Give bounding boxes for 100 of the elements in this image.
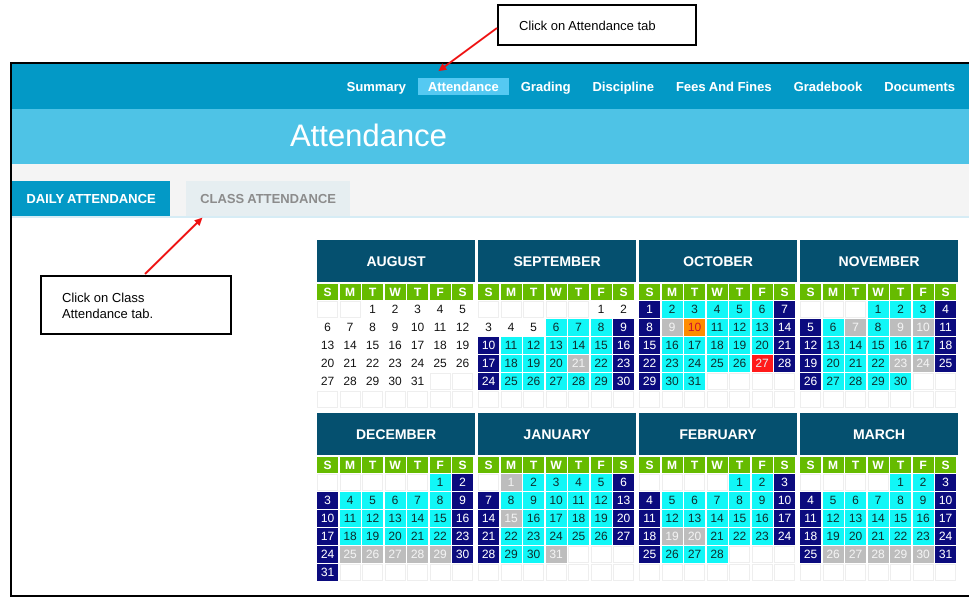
day-cell[interactable]: 10: [478, 337, 499, 354]
day-cell[interactable]: 19: [590, 510, 612, 527]
day-cell[interactable]: 20: [613, 510, 634, 527]
day-cell[interactable]: 4: [639, 492, 660, 509]
day-cell[interactable]: 6: [752, 301, 772, 318]
day-cell[interactable]: 25: [639, 546, 660, 563]
day-cell[interactable]: 5: [822, 492, 844, 509]
day-cell[interactable]: 24: [935, 528, 956, 545]
day-cell[interactable]: 14: [845, 337, 866, 354]
day-cell[interactable]: 16: [613, 337, 634, 354]
day-cell[interactable]: 22: [639, 355, 660, 372]
day-cell[interactable]: 15: [590, 337, 612, 354]
day-cell[interactable]: 9: [912, 492, 934, 509]
day-cell[interactable]: 15: [639, 337, 660, 354]
day-cell[interactable]: 4: [935, 301, 956, 318]
day-cell[interactable]: 15: [430, 510, 450, 527]
day-cell[interactable]: 28: [774, 355, 795, 372]
day-cell[interactable]: 21: [868, 528, 888, 545]
day-cell[interactable]: 24: [684, 355, 705, 372]
day-cell[interactable]: 10: [317, 510, 338, 527]
day-cell[interactable]: 30: [890, 373, 911, 390]
day-cell[interactable]: 3: [774, 474, 795, 491]
day-cell[interactable]: 6: [822, 319, 844, 336]
day-cell[interactable]: 17: [478, 355, 499, 372]
day-cell[interactable]: 23: [752, 528, 772, 545]
day-cell[interactable]: 6: [546, 319, 566, 336]
day-cell[interactable]: 7: [706, 492, 728, 509]
day-cell[interactable]: 26: [800, 373, 821, 390]
day-cell[interactable]: 22: [500, 528, 522, 545]
day-cell[interactable]: 10: [774, 492, 795, 509]
day-cell[interactable]: 17: [912, 337, 934, 354]
day-cell[interactable]: 11: [800, 510, 821, 527]
day-cell[interactable]: 15: [868, 337, 888, 354]
day-cell[interactable]: 18: [800, 528, 821, 545]
day-cell[interactable]: 23: [452, 528, 473, 545]
day-cell[interactable]: 9: [613, 319, 634, 336]
day-cell[interactable]: 19: [729, 337, 750, 354]
day-cell[interactable]: 5: [590, 474, 612, 491]
day-cell[interactable]: 30: [613, 373, 634, 390]
day-cell[interactable]: 7: [774, 301, 795, 318]
day-cell[interactable]: 19: [822, 528, 844, 545]
day-cell[interactable]: 12: [523, 337, 544, 354]
day-cell[interactable]: 7: [407, 492, 428, 509]
day-cell[interactable]: 24: [478, 373, 499, 390]
day-cell[interactable]: 15: [890, 510, 911, 527]
day-cell[interactable]: 25: [800, 546, 821, 563]
day-cell[interactable]: 25: [935, 355, 956, 372]
day-cell[interactable]: 25: [706, 355, 728, 372]
day-cell[interactable]: 22: [890, 528, 911, 545]
day-cell[interactable]: 2: [662, 301, 682, 318]
day-cell[interactable]: 3: [317, 492, 338, 509]
day-cell[interactable]: 18: [340, 528, 360, 545]
day-cell[interactable]: 8: [890, 492, 911, 509]
day-cell[interactable]: 6: [613, 474, 634, 491]
day-cell[interactable]: 21: [845, 355, 866, 372]
day-cell[interactable]: 20: [546, 355, 566, 372]
day-cell[interactable]: 30: [523, 546, 544, 563]
day-cell[interactable]: 23: [662, 355, 682, 372]
day-cell[interactable]: 5: [800, 319, 821, 336]
day-cell[interactable]: 11: [568, 492, 589, 509]
day-cell[interactable]: 17: [546, 510, 566, 527]
day-cell[interactable]: 25: [568, 528, 589, 545]
day-cell[interactable]: 26: [729, 355, 750, 372]
day-cell[interactable]: 20: [384, 528, 406, 545]
day-cell[interactable]: 29: [590, 373, 612, 390]
day-cell[interactable]: 31: [684, 373, 705, 390]
day-cell[interactable]: 17: [317, 528, 338, 545]
day-cell[interactable]: 11: [935, 319, 956, 336]
day-cell[interactable]: 16: [912, 510, 934, 527]
day-cell[interactable]: 11: [639, 510, 660, 527]
day-cell[interactable]: 28: [478, 546, 499, 563]
day-cell[interactable]: 27: [613, 528, 634, 545]
day-cell[interactable]: 18: [568, 510, 589, 527]
day-cell[interactable]: 24: [546, 528, 566, 545]
day-cell[interactable]: 9: [752, 492, 772, 509]
day-cell[interactable]: 22: [868, 355, 888, 372]
day-cell[interactable]: 16: [890, 337, 911, 354]
day-cell[interactable]: 17: [774, 510, 795, 527]
day-cell[interactable]: 4: [706, 301, 728, 318]
day-cell[interactable]: 1: [868, 301, 888, 318]
day-cell[interactable]: 9: [452, 492, 473, 509]
day-cell[interactable]: 21: [774, 337, 795, 354]
day-cell[interactable]: 19: [362, 528, 383, 545]
day-cell[interactable]: 4: [340, 492, 360, 509]
day-cell[interactable]: 29: [500, 546, 522, 563]
day-cell[interactable]: 18: [639, 528, 660, 545]
day-cell[interactable]: 26: [523, 373, 544, 390]
day-cell[interactable]: 21: [478, 528, 499, 545]
day-cell[interactable]: 25: [500, 373, 522, 390]
day-cell[interactable]: 12: [590, 492, 612, 509]
day-cell[interactable]: 20: [822, 355, 844, 372]
day-cell[interactable]: 2: [452, 474, 473, 491]
day-cell[interactable]: 27: [822, 373, 844, 390]
day-cell[interactable]: 13: [822, 337, 844, 354]
day-cell[interactable]: 14: [868, 510, 888, 527]
day-cell[interactable]: 8: [430, 492, 450, 509]
day-cell[interactable]: 18: [935, 337, 956, 354]
day-cell[interactable]: 16: [662, 337, 682, 354]
day-cell[interactable]: 22: [430, 528, 450, 545]
day-cell[interactable]: 2: [752, 474, 772, 491]
